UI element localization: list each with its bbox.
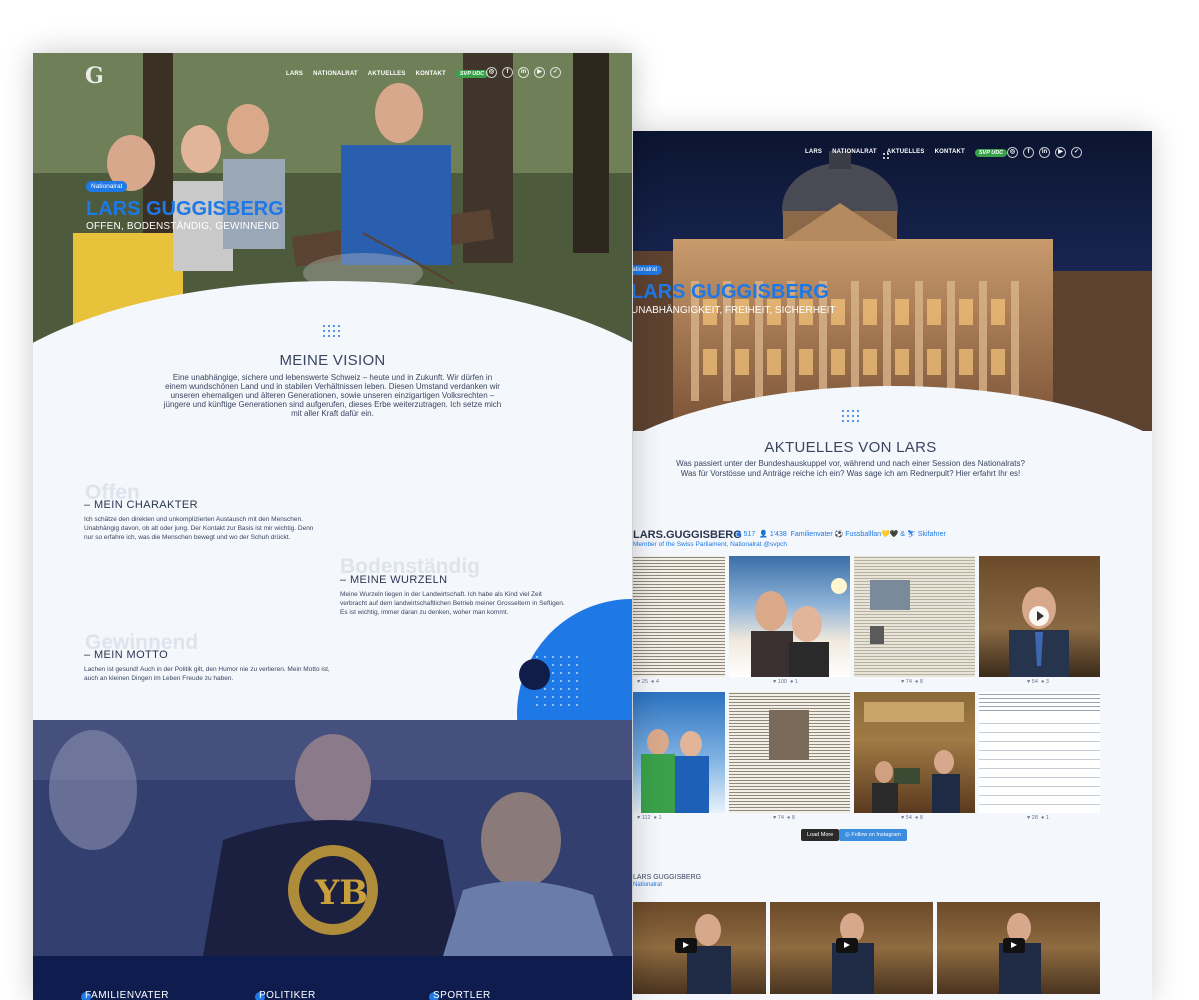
instagram-icon[interactable]: ◎ xyxy=(486,67,497,78)
svp-logo[interactable]: SVP UDC xyxy=(455,70,489,78)
twitter-icon[interactable]: ✓ xyxy=(1071,147,1082,158)
social-links: ◎ f in ▶ ✓ xyxy=(486,67,561,78)
instagram-post[interactable] xyxy=(979,556,1100,677)
youtube-video[interactable] xyxy=(770,902,933,994)
youtube-video[interactable] xyxy=(633,902,766,994)
vision-text: Eine unabhängige, sichere und lebenswert… xyxy=(163,373,502,418)
trait-heading: – MEIN CHARAKTER xyxy=(84,499,198,511)
instagram-post[interactable] xyxy=(729,556,850,677)
hero-subtitle: UNABHÄNGIGKEIT, FREIHEIT, SICHERHEIT xyxy=(633,305,836,316)
instagram-post[interactable] xyxy=(979,692,1100,813)
nav-kontakt[interactable]: KONTAKT xyxy=(935,149,965,157)
post-meta: ♥ 54 ● 3 xyxy=(1027,679,1049,685)
youtube-channel-sub: Nationalrat xyxy=(633,882,663,888)
facebook-icon[interactable]: f xyxy=(502,67,513,78)
hero-title: LARS GUGGISBERG xyxy=(86,198,284,220)
role-badge: Nationalrat xyxy=(86,181,128,192)
youtube-play-icon[interactable] xyxy=(836,938,858,953)
instagram-icon[interactable]: ◎ xyxy=(1007,147,1018,158)
instagram-post[interactable] xyxy=(854,692,975,813)
followers-icon: 👤 xyxy=(759,531,768,538)
footer-item-politiker: POLITIKER xyxy=(259,990,316,1000)
post-meta: ♥ 54 ● 8 xyxy=(901,815,923,821)
load-more-button[interactable]: Load More xyxy=(801,829,840,841)
section-heading-vision: MEINE VISION xyxy=(279,352,386,369)
follow-label: Follow on Instagram xyxy=(851,832,901,838)
section-intro: Was passiert unter der Bundeshauskuppel … xyxy=(633,459,1068,479)
ski-image xyxy=(641,729,709,813)
post-meta: ♥ 25 ● 4 xyxy=(637,679,659,685)
selfie-image xyxy=(751,578,847,677)
youtube-icon[interactable]: ▶ xyxy=(534,67,545,78)
posts-count: 517 xyxy=(743,531,756,538)
svg-text:YB: YB xyxy=(314,873,368,913)
nav-lars[interactable]: LARS xyxy=(286,71,303,77)
trait-heading: – MEIN MOTTO xyxy=(84,649,169,661)
hero-title: LARS GUGGISBERG xyxy=(633,281,829,303)
instagram-post[interactable] xyxy=(854,556,975,677)
video-thumbnail xyxy=(687,914,731,994)
nav-aktuelles[interactable]: AKTUELLES xyxy=(887,149,925,157)
instagram-extra: Familienvater ⚽ Fussballfan💛🖤 & ⛷ Skifah… xyxy=(790,531,946,538)
dots-icon xyxy=(842,410,859,422)
intro-line-2: Was für Vorstösse und Anträge reiche ich… xyxy=(680,469,1021,478)
youtube-play-icon[interactable] xyxy=(675,938,697,953)
nav-nationalrat[interactable]: NATIONALRAT xyxy=(313,71,358,77)
nav-lars[interactable]: LARS xyxy=(805,149,822,157)
page-preview-home: G LARS NATIONALRAT AKTUELLES KONTAKT SVP… xyxy=(33,53,632,1000)
video-play-icon[interactable] xyxy=(1029,606,1049,626)
nav-aktuelles[interactable]: AKTUELLES xyxy=(368,71,406,77)
hero-family: G LARS NATIONALRAT AKTUELLES KONTAKT SVP… xyxy=(33,53,632,353)
main-navigation: LARS NATIONALRAT AKTUELLES KONTAKT SVP U… xyxy=(633,147,1152,163)
page-preview-aktuelles: LARS NATIONALRAT AKTUELLES KONTAKT SVP U… xyxy=(633,131,1152,1000)
nav-kontakt[interactable]: KONTAKT xyxy=(416,71,446,77)
youtube-icon[interactable]: ▶ xyxy=(1055,147,1066,158)
trait-heading: – MEINE WURZELN xyxy=(340,574,448,586)
linkedin-icon[interactable]: in xyxy=(1039,147,1050,158)
instagram-username[interactable]: LARS.GUGGISBERG xyxy=(633,529,742,541)
post-meta: ♥ 100 ● 1 xyxy=(773,679,798,685)
instagram-stats: ▣ 517 👤 1'438 Familienvater ⚽ Fussballfa… xyxy=(735,530,946,538)
post-meta: ♥ 112 ● 1 xyxy=(637,815,662,821)
hero-bundeshaus: LARS NATIONALRAT AKTUELLES KONTAKT SVP U… xyxy=(633,131,1152,431)
nav-nationalrat[interactable]: NATIONALRAT xyxy=(832,149,877,157)
youtube-videos xyxy=(633,902,1152,1000)
section-heading-aktuelles: AKTUELLES VON LARS xyxy=(764,439,937,456)
role-badge: Nationalrat xyxy=(633,265,663,275)
youtube-play-icon[interactable] xyxy=(1003,938,1025,953)
instagram-post[interactable] xyxy=(729,692,850,813)
post-meta: ♥ 28 ● 1 xyxy=(1027,815,1049,821)
facebook-icon[interactable]: f xyxy=(1023,147,1034,158)
parliament-image xyxy=(864,702,964,813)
follow-instagram-button[interactable]: ◎ Follow on Instagram xyxy=(839,829,907,841)
dots-icon xyxy=(323,325,340,337)
trait-text: Lachen ist gesund! Auch in der Politik g… xyxy=(84,666,330,682)
posts-icon: ▣ xyxy=(735,531,742,538)
footer-item-sportler: SPORTLER xyxy=(433,990,491,1000)
main-navigation: LARS NATIONALRAT AKTUELLES KONTAKT SVP U… xyxy=(286,70,489,78)
decorative-dot xyxy=(519,659,550,690)
intro-line-1: Was passiert unter der Bundeshauskuppel … xyxy=(676,459,1025,468)
linkedin-icon[interactable]: in xyxy=(518,67,529,78)
site-logo[interactable]: G xyxy=(85,63,104,89)
footer-item-familienvater: FAMILIENVATER xyxy=(85,990,169,1000)
family-photo: YB xyxy=(33,720,632,956)
trait-text: Meine Wurzeln liegen in der Landwirtscha… xyxy=(340,591,565,616)
post-meta: ♥ 74 ● 8 xyxy=(901,679,923,685)
trait-text: Ich schätze den direkten und unkomplizie… xyxy=(84,516,314,541)
youtube-channel-name[interactable]: LARS GUGGISBERG xyxy=(633,874,701,881)
family-kitchen-image: YB xyxy=(33,720,632,956)
instagram-post[interactable] xyxy=(633,692,725,813)
post-meta: ♥ 74 ● 8 xyxy=(773,815,795,821)
footer-band: FAMILIENVATER POLITIKER SPORTLER xyxy=(33,956,632,1000)
youtube-video[interactable] xyxy=(937,902,1100,994)
twitter-icon[interactable]: ✓ xyxy=(550,67,561,78)
svp-logo[interactable]: SVP UDC xyxy=(974,149,1008,157)
instagram-post[interactable] xyxy=(633,556,725,677)
instagram-bio: Member of the Swiss Parliament, National… xyxy=(633,541,787,548)
followers-count: 1'438 xyxy=(769,531,787,538)
hero-subtitle: OFFEN, BODENSTÄNDIG, GEWINNEND xyxy=(86,221,280,232)
